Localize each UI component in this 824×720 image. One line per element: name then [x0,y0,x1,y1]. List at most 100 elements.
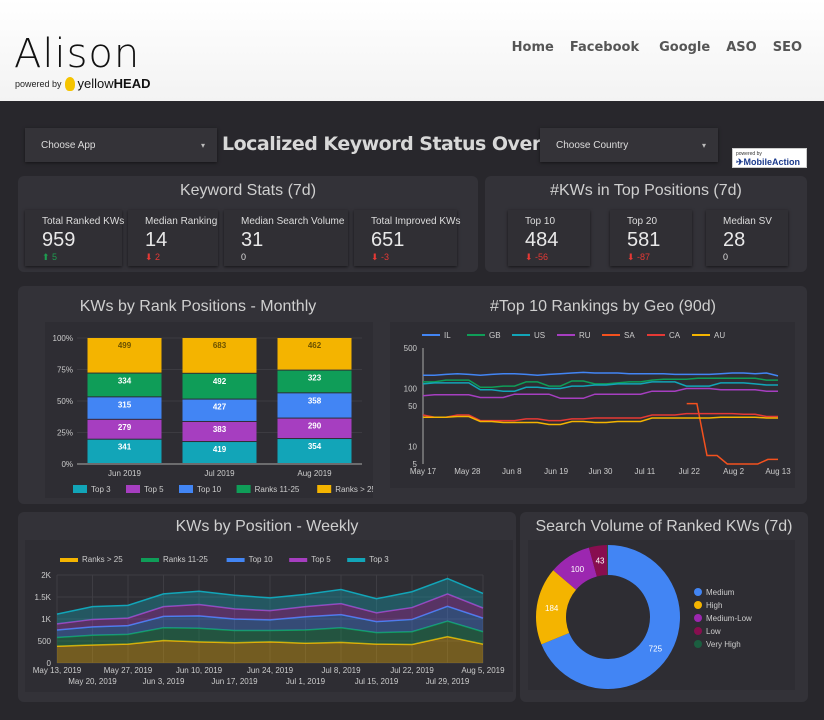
kpi-card: Top 10 484 ⬇ -56 [508,210,590,266]
data-label: 462 [308,341,322,350]
y-tick-label: 1.5K [35,593,52,602]
legend-label: Ranks 11-25 [163,555,208,564]
x-tick-label: Aug 5, 2019 [461,666,505,675]
weekly-chart: 0 500 1K 1.5K 2K May 13, 2019 May 20, 2019 May … [25,540,513,692]
yellowhead-brand: yellowHEAD [78,76,151,91]
kpi-delta-value: 5 [52,252,58,262]
legend-swatch [347,558,366,562]
x-tick-label: Jun 17, 2019 [211,677,258,686]
x-tick-label: Jul 1, 2019 [286,677,326,686]
kpi-label: Top 20 [627,216,658,227]
data-label: 427 [213,403,227,412]
keyword-stats-panel: Keyword Stats (7d) Total Ranked KWs 959 … [18,176,478,272]
choose-app-dropdown[interactable]: Choose App ▾ [25,128,217,162]
arrow-down-icon: ⬇ [145,252,156,262]
legend-dot [694,640,702,648]
y-tick-label: 500 [404,344,418,353]
weekly-area-chart: 05001K1.5K2KMay 13, 2019May 20, 2019May … [33,555,505,686]
legend-swatch [126,485,140,493]
legend-swatch [317,485,332,493]
nav-google[interactable]: Google [659,40,710,55]
data-label: 383 [213,425,227,434]
sv-donut-chart: 725 184 100 43 Medium High Medium-Low Low Very H… [536,545,752,689]
legend-label: Medium-Low [706,614,752,623]
nav-seo[interactable]: SEO [773,40,802,55]
kpi-delta-value: 0 [241,252,247,262]
kpi-value: 581 [627,229,661,251]
kpi-value: 484 [525,229,559,251]
kpi-label: Top 10 [525,216,556,227]
legend-label: Ranks 11-25 [255,485,300,494]
x-tick-label: Aug 13 [765,467,791,476]
data-label: 334 [118,377,132,386]
kpi-label: Median SV [723,216,772,227]
legend-label: GB [489,331,501,340]
x-tick-label: Jul 2019 [204,469,235,478]
y-tick-label: 10 [408,443,417,452]
powered-by-yellowhead: powered by yellowHEAD [15,76,151,91]
kpi-delta: 0 [241,252,246,262]
lightbulb-icon [64,76,75,91]
sv-chart: 725 184 100 43 Medium High Medium-Low Low Very H… [528,540,795,690]
arrow-down-icon: ⬇ [371,252,382,262]
legend-label: US [534,331,545,340]
data-label: 499 [118,341,132,350]
kpi-delta: ⬇ -3 [371,252,389,263]
weekly-chart-title: KWs by Position - Weekly [175,518,359,535]
data-label: 323 [308,374,322,383]
y-tick-label: 2K [41,571,51,580]
legend-dot [694,614,702,622]
kpi-delta-value: -56 [535,252,549,262]
legend-swatch [289,558,308,562]
x-tick-label: May 20, 2019 [68,677,117,686]
legend-swatch [226,558,245,562]
kpi-card: Median Search Volume 31 0 [224,210,348,266]
data-label: 354 [308,442,322,451]
badge-label: MobileAction [743,157,801,167]
main-nav: Home Facebook Google ASO SEO [496,40,802,55]
choose-app-label: Choose App [41,139,96,151]
choose-country-dropdown[interactable]: Choose Country ▾ [540,128,718,162]
kpi-delta: 0 [723,252,728,262]
kpi-value: 31 [241,229,264,251]
geo-chart: 5 10 50 100 500 May 17 May 28 Jun 8 Jun 19 Jun 30… [390,322,795,488]
kpi-value: 959 [42,229,76,251]
x-tick-label: Jul 15, 2019 [355,677,399,686]
top-positions-panel: #KWs in Top Positions (7d) Top 10 484 ⬇ … [485,176,807,272]
legend-label: High [706,601,722,610]
x-tick-label: Jun 3, 2019 [143,677,185,686]
y-tick-label: 50 [408,402,417,411]
legend-label: RU [579,331,591,340]
legend-label: Medium [706,588,735,597]
y-tick-label: 100% [53,334,73,343]
choose-country-label: Choose Country [556,139,629,151]
mobileaction-badge[interactable]: powered by ✈MobileAction [732,148,807,168]
keyword-stats-title: Keyword Stats (7d) [179,182,317,199]
data-label: 725 [649,645,663,654]
y-tick-label: 25% [57,429,73,438]
legend-dot [694,588,702,596]
kpi-value: 651 [371,229,405,251]
kpi-card: Top 20 581 ⬇ -87 [610,210,692,266]
x-tick-label: Jun 30 [588,467,613,476]
x-tick-label: Jul 22, 2019 [390,666,434,675]
chevron-down-icon: ▾ [200,140,205,150]
data-label: 184 [545,604,559,613]
x-tick-label: May 17 [410,467,437,476]
kpi-label: Total Ranked KWs [42,216,125,227]
legend-dot [694,601,702,609]
nav-aso[interactable]: ASO [726,40,756,55]
kpi-delta-value: 2 [155,252,161,262]
nav-facebook[interactable]: Facebook [570,40,639,55]
y-tick-label: 1K [41,615,51,624]
chevron-down-icon: ▾ [701,140,706,150]
data-label: 43 [596,557,605,566]
alison-logo[interactable]: Alison [14,34,140,74]
kpi-delta-value: -87 [637,252,651,262]
data-label: 290 [308,422,322,431]
data-label: 683 [213,341,227,350]
nav-home[interactable]: Home [512,40,554,55]
kpi-value: 28 [723,229,746,251]
x-tick-label: Jun 8 [502,467,522,476]
x-tick-label: Jun 24, 2019 [247,666,294,675]
